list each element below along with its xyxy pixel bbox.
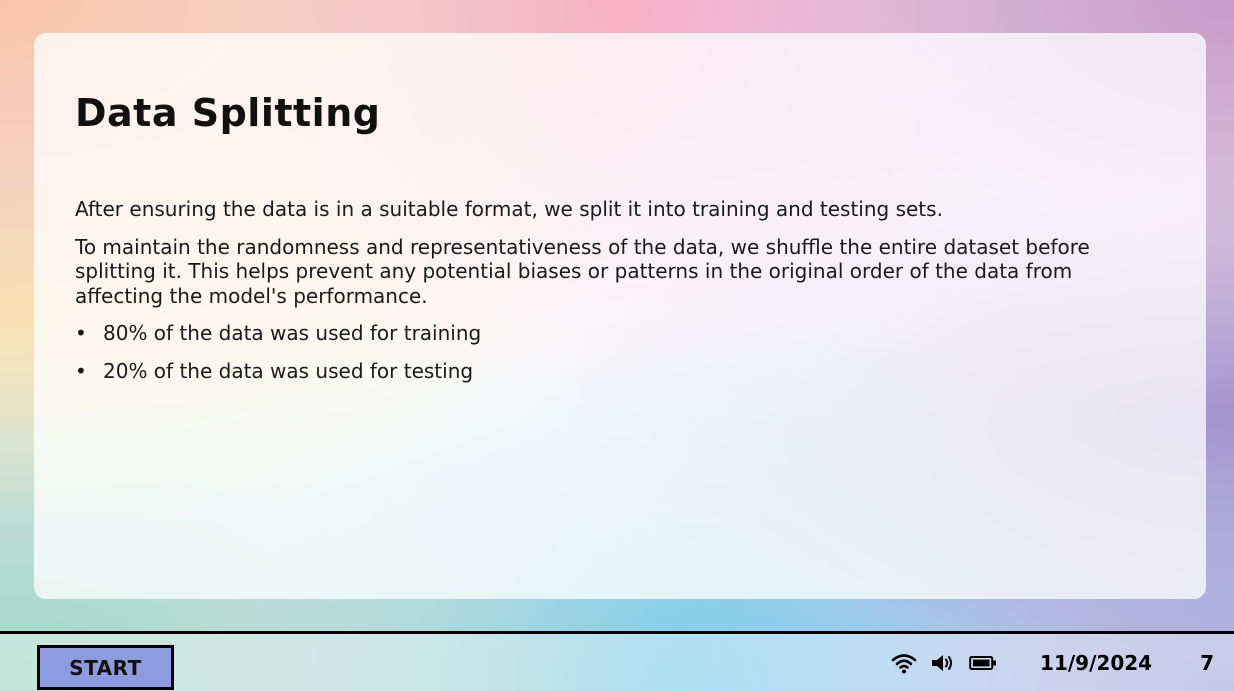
slide-paragraph: After ensuring the data is in a suitable… xyxy=(75,197,943,221)
slide-card: Data Splitting After ensuring the data i… xyxy=(34,33,1206,599)
battery-icon[interactable] xyxy=(969,655,997,671)
slide-paragraph: To maintain the randomness and represent… xyxy=(75,234,1090,308)
bullet-item: 20% of the data was used for testing xyxy=(75,359,1166,384)
taskbar: START 11/9/2024 7 xyxy=(0,631,1234,691)
bullet-item: 80% of the data was used for training xyxy=(75,321,1166,346)
slide-body: After ensuring the data is in a suitable… xyxy=(75,197,1166,383)
speaker-icon[interactable] xyxy=(930,652,956,674)
start-button[interactable]: START xyxy=(37,645,174,690)
system-tray: 11/9/2024 7 xyxy=(891,634,1234,691)
notification-count[interactable]: 7 xyxy=(1200,651,1214,675)
taskbar-date: 11/9/2024 xyxy=(1040,650,1153,675)
wifi-icon[interactable] xyxy=(891,652,917,674)
bullet-list: 80% of the data was used for training 20… xyxy=(75,321,1166,383)
slide-title: Data Splitting xyxy=(75,91,381,135)
